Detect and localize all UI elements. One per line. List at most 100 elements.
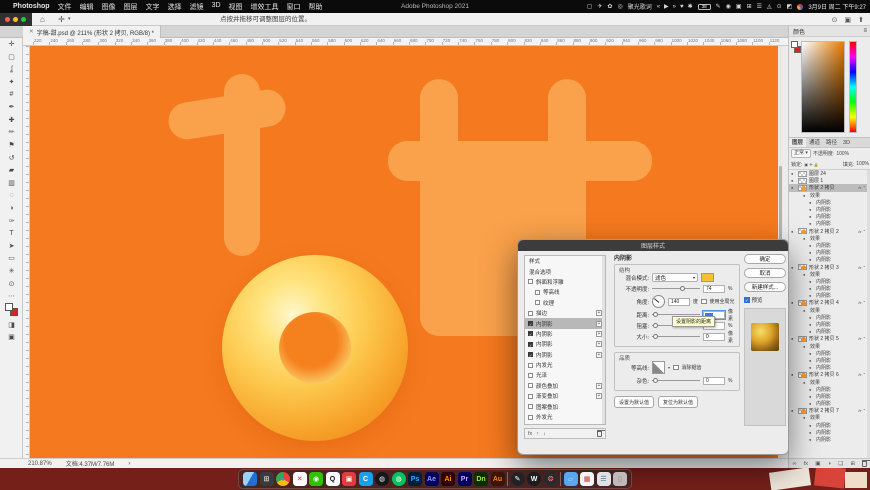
pencil-icon[interactable]: ✎ (716, 4, 721, 10)
fill-value[interactable]: 100% (856, 161, 869, 167)
eye-icon[interactable]: ● (809, 257, 814, 262)
zoom-window-button[interactable] (21, 17, 26, 22)
effect-row[interactable]: ● 内阴影 (789, 364, 868, 371)
contour-dropdown-icon[interactable]: ▾ (668, 365, 670, 370)
dock-green-ball-app-icon[interactable]: ◍ (391, 472, 406, 486)
size-slider-thumb[interactable] (653, 333, 659, 339)
adjustment-layer-icon[interactable]: ◑ (828, 461, 831, 467)
effect-row[interactable]: ● 内阴影 (789, 422, 868, 429)
style-item-checkbox[interactable] (528, 404, 533, 410)
foreground-color-swatch[interactable] (5, 303, 13, 312)
app-menu-photoshop[interactable]: Photoshop (13, 3, 50, 10)
blur-tool[interactable]: ◌ (0, 189, 23, 202)
layer-row[interactable]: ● 图层 24 (789, 170, 868, 177)
minimize-window-button[interactable] (13, 17, 18, 22)
dock-w-app-icon[interactable]: W (527, 472, 541, 486)
gradient-tool[interactable]: ▥ (0, 177, 23, 190)
effects-row[interactable]: ● 效果 (789, 343, 868, 350)
style-item-0[interactable]: 斜面和浮雕 (525, 277, 605, 287)
eye-icon[interactable]: ● (803, 308, 808, 313)
type-tool[interactable]: T (0, 227, 23, 240)
delete-layer-icon[interactable] (861, 460, 870, 467)
eye-icon[interactable]: ● (809, 200, 814, 205)
menu-9[interactable]: 增效工具 (251, 2, 279, 12)
style-item-checkbox[interactable]: ✓ (528, 331, 533, 337)
distance-slider-thumb[interactable] (653, 311, 659, 317)
eye-icon[interactable]: ● (791, 408, 796, 413)
eye-icon[interactable]: ● (809, 207, 814, 212)
battery-indicator[interactable]: 38 (697, 3, 711, 10)
dock-after-effects-icon[interactable]: Ae (424, 472, 439, 486)
style-item-6[interactable]: ✓ 内阴影 + (525, 339, 605, 349)
style-item-2[interactable]: 纹理 (525, 298, 605, 308)
dock-chrome-icon[interactable]: ● (276, 472, 290, 486)
fx-badge[interactable]: fx ⌃ (858, 336, 866, 341)
effect-row[interactable]: ● 内阴影 (789, 314, 868, 321)
settings-icon[interactable]: ✱ (688, 4, 693, 10)
style-item-checkbox[interactable]: ✓ (528, 321, 533, 327)
effect-row[interactable]: ● 内阴影 (789, 256, 868, 263)
fx-badge[interactable]: fx ⌃ (858, 265, 866, 270)
preview-checkbox[interactable]: ✓ (744, 297, 750, 303)
eye-icon[interactable]: ● (809, 322, 814, 327)
healing-brush-tool[interactable]: ✚ (0, 114, 23, 127)
size-input[interactable]: 0 (703, 332, 725, 341)
eye-icon[interactable]: ● (809, 293, 814, 298)
blend-mode-select[interactable]: 正常 ▾ (791, 149, 811, 158)
display-icon[interactable]: ▣ (736, 4, 742, 10)
dock-qq-icon[interactable]: Q (325, 472, 340, 486)
eye-icon[interactable]: ● (809, 221, 814, 226)
panel-menu-icon[interactable]: ≡ (863, 28, 867, 34)
reset-default-button[interactable]: 复位为默认值 (658, 396, 699, 408)
play-icon[interactable]: ▶ (664, 4, 669, 10)
dock-blue-c-app-icon[interactable]: C (358, 472, 373, 486)
eraser-tool[interactable]: ▰ (0, 164, 23, 177)
link-layers-icon[interactable]: ∞ (793, 461, 797, 467)
style-item-checkbox[interactable] (528, 414, 533, 420)
effect-row[interactable]: ● 内阴影 (789, 278, 868, 285)
magic-wand-tool[interactable]: ✦ (0, 76, 23, 89)
style-item-checkbox[interactable] (528, 383, 533, 389)
layer-row[interactable]: ● 形状 2 拷贝 2 fx ⌃ (789, 228, 868, 235)
eye-icon[interactable]: ● (809, 315, 814, 320)
eye-icon[interactable]: ● (809, 279, 814, 284)
menu-6[interactable]: 滤镜 (190, 2, 204, 12)
effect-row[interactable]: ● 内阴影 (789, 321, 868, 328)
layer-row[interactable]: ● 形状 2 拷贝 fx ⌃ (789, 184, 868, 192)
style-item-5[interactable]: ✓ 内阴影 + (525, 329, 605, 339)
effect-row[interactable]: ● 内阴影 (789, 357, 868, 364)
wifi-icon[interactable]: ◬ (767, 4, 772, 10)
eye-icon[interactable]: ● (803, 344, 808, 349)
dock-dark-ball-app-icon[interactable]: ◍ (375, 472, 389, 486)
dock-audition-icon[interactable]: Au (490, 472, 505, 486)
eye-icon[interactable]: ● (809, 387, 814, 392)
eye-icon[interactable]: ● (809, 250, 814, 255)
lasso-tool[interactable]: ʆ (0, 63, 23, 76)
dock-red-x-app-icon[interactable]: ✕ (292, 472, 307, 486)
menu-8[interactable]: 视图 (229, 2, 243, 12)
eye-icon[interactable]: ● (809, 423, 814, 428)
menu-2[interactable]: 图像 (102, 2, 116, 12)
lyrics-widget[interactable]: 聚光歌词 (628, 2, 652, 11)
effect-row[interactable]: ● 内阴影 (789, 285, 868, 292)
search-icon[interactable]: ⊙ (777, 4, 782, 10)
layer-row[interactable]: ● 形状 2 拷贝 5 fx ⌃ (789, 335, 868, 342)
dock-photoshop-icon[interactable]: Ps (408, 472, 422, 486)
opacity-slider-thumb[interactable] (679, 285, 685, 291)
fx-badge[interactable]: fx ⌃ (858, 300, 866, 305)
eye-icon[interactable]: ● (809, 243, 814, 248)
move-tool[interactable]: ✛ (0, 38, 23, 51)
eye-icon[interactable]: ● (803, 236, 808, 241)
share-icon[interactable]: ⬆ (858, 16, 864, 24)
style-item-checkbox[interactable]: ✓ (528, 352, 533, 358)
effect-row[interactable]: ● 内阴影 (789, 350, 868, 357)
effects-row[interactable]: ● 效果 (789, 192, 868, 199)
dock-finder-icon[interactable] (243, 472, 257, 486)
location-icon[interactable]: ◎ (617, 4, 622, 10)
fx-badge[interactable]: fx ⌃ (858, 408, 866, 413)
global-light-checkbox[interactable] (701, 298, 707, 305)
effect-row[interactable]: ● 内阴影 (789, 393, 868, 400)
new-style-button[interactable]: 新建样式... (744, 282, 786, 292)
layer-style-icon[interactable]: fx (804, 461, 808, 467)
style-item-checkbox[interactable] (528, 279, 533, 285)
